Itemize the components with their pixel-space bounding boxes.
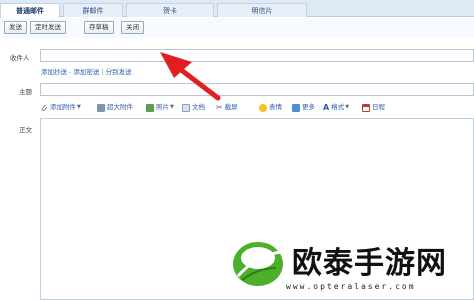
- site-watermark: 欧泰手游网 www.opteralaser.com: [226, 232, 474, 300]
- watermark-url: www.opteralaser.com: [286, 282, 416, 291]
- leaf-logo-icon: [233, 242, 283, 286]
- watermark-title: 欧泰手游网: [292, 246, 447, 281]
